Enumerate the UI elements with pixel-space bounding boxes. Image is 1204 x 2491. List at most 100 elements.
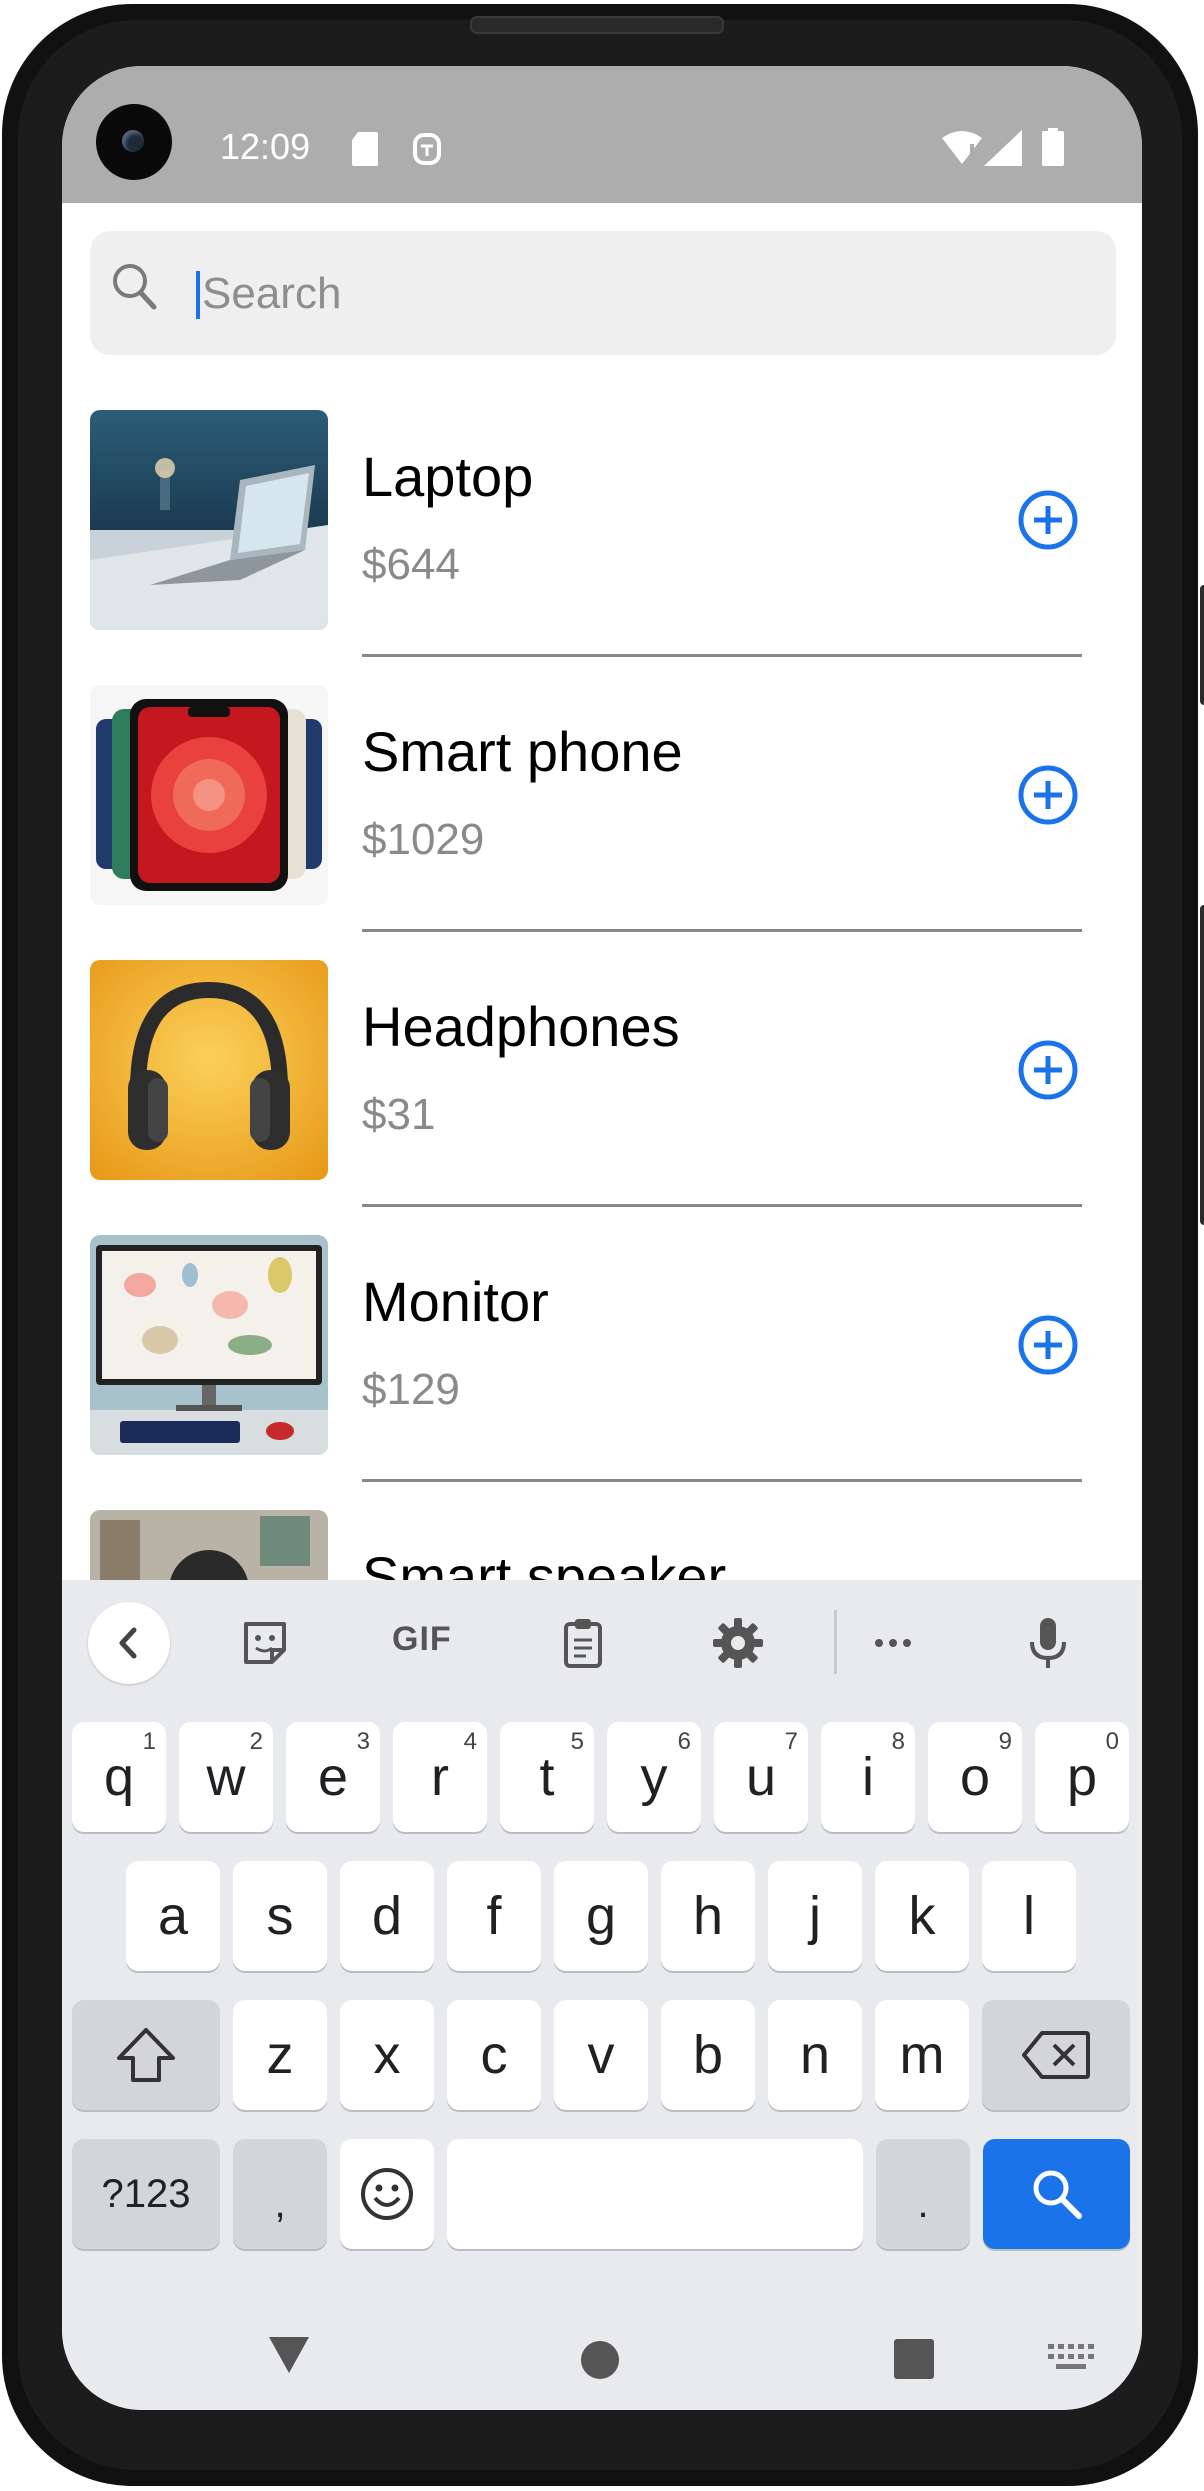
- key-label: v: [587, 2025, 615, 2085]
- key-v[interactable]: v: [554, 2000, 648, 2110]
- list-item[interactable]: Smart phone $1029: [62, 685, 1142, 960]
- symbols-key[interactable]: ?123: [72, 2139, 220, 2249]
- key-label: .: [917, 2181, 929, 2226]
- chevron-left-icon: [119, 1627, 137, 1659]
- key-label: k: [908, 1886, 936, 1946]
- key-label: m: [899, 2025, 945, 2085]
- key-label: a: [157, 1886, 189, 1946]
- keyboard-collapse-button[interactable]: [88, 1602, 170, 1684]
- list-item[interactable]: Headphones $31: [62, 960, 1142, 1235]
- key-label: y: [640, 1747, 668, 1807]
- key-hint: 1: [142, 1728, 156, 1755]
- key-z[interactable]: z: [233, 2000, 327, 2110]
- key-h[interactable]: h: [661, 1861, 755, 1971]
- product-name: Laptop: [362, 445, 534, 508]
- key-q[interactable]: q1: [72, 1722, 166, 1832]
- key-u[interactable]: u7: [714, 1722, 808, 1832]
- key-w[interactable]: w2: [179, 1722, 273, 1832]
- key-hint: 7: [784, 1728, 798, 1755]
- key-hint: 9: [998, 1728, 1012, 1755]
- add-icon[interactable]: [1016, 488, 1080, 552]
- headphones-photo: [90, 960, 328, 1180]
- key-f[interactable]: f: [447, 1861, 541, 1971]
- space-key[interactable]: [447, 2139, 863, 2249]
- comma-key[interactable]: ,: [233, 2139, 327, 2249]
- add-icon[interactable]: [1016, 763, 1080, 827]
- key-t[interactable]: t5: [500, 1722, 594, 1832]
- key-j[interactable]: j: [768, 1861, 862, 1971]
- emoji-key[interactable]: [340, 2139, 434, 2249]
- home-button[interactable]: [581, 2341, 619, 2379]
- period-key[interactable]: .: [876, 2139, 970, 2249]
- key-label: q: [103, 1747, 135, 1807]
- sd-card-icon: [352, 132, 378, 166]
- screen: 12:09 Search Laptop $644 Smart phone $10…: [62, 66, 1142, 2410]
- key-hint: 0: [1105, 1728, 1119, 1755]
- search-input[interactable]: [202, 259, 1082, 329]
- key-s[interactable]: s: [233, 1861, 327, 1971]
- key-label: w: [206, 1747, 246, 1807]
- key-r[interactable]: r4: [393, 1722, 487, 1832]
- shift-icon: [117, 2028, 175, 2082]
- key-y[interactable]: y6: [607, 1722, 701, 1832]
- product-price: $644: [362, 540, 460, 589]
- gear-icon[interactable]: [711, 1616, 765, 1670]
- more-icon[interactable]: [866, 1616, 920, 1670]
- add-icon[interactable]: [1016, 1313, 1080, 1377]
- list-divider: [362, 654, 1082, 657]
- key-p[interactable]: p0: [1035, 1722, 1129, 1832]
- keyboard: GIF q 1 w 2 e 3 r 4 t 5 y 6 u 7 i 8 o 9 …: [62, 1580, 1142, 2410]
- search-key[interactable]: [983, 2139, 1130, 2249]
- front-camera: [96, 104, 172, 180]
- sticker-icon[interactable]: [238, 1616, 292, 1670]
- key-o[interactable]: o9: [928, 1722, 1022, 1832]
- shift-key[interactable]: [72, 2000, 220, 2110]
- key-hint: 5: [570, 1728, 584, 1755]
- accessibility-icon: [413, 133, 441, 165]
- key-label: z: [266, 2025, 294, 2085]
- search-icon: [1033, 2170, 1082, 2219]
- key-n[interactable]: n: [768, 2000, 862, 2110]
- clipboard-icon[interactable]: [556, 1616, 610, 1670]
- product-name: Smart phone: [362, 720, 683, 783]
- key-x[interactable]: x: [340, 2000, 434, 2110]
- power-button: [1200, 905, 1204, 1225]
- gif-button[interactable]: GIF: [392, 1620, 452, 1659]
- search-bar[interactable]: [90, 231, 1116, 355]
- key-m[interactable]: m: [875, 2000, 969, 2110]
- key-label: p: [1066, 1747, 1098, 1807]
- key-c[interactable]: c: [447, 2000, 541, 2110]
- key-l[interactable]: l: [982, 1861, 1076, 1971]
- earpiece-speaker: [470, 16, 724, 34]
- key-label: d: [371, 1886, 403, 1946]
- key-label: u: [745, 1747, 777, 1807]
- key-label: t: [539, 1747, 555, 1807]
- laptop-photo: [90, 410, 328, 630]
- key-label: g: [585, 1886, 617, 1946]
- keyboard-switch-icon[interactable]: [1048, 2344, 1094, 2372]
- add-icon[interactable]: [1016, 1038, 1080, 1102]
- key-b[interactable]: b: [661, 2000, 755, 2110]
- back-icon[interactable]: [267, 2335, 311, 2375]
- key-label: c: [480, 2025, 508, 2085]
- text-cursor: [196, 271, 200, 319]
- volume-button: [1200, 585, 1204, 705]
- key-k[interactable]: k: [875, 1861, 969, 1971]
- key-label: b: [692, 2025, 724, 2085]
- backspace-key[interactable]: [982, 2000, 1130, 2110]
- key-i[interactable]: i8: [821, 1722, 915, 1832]
- mic-icon[interactable]: [1021, 1616, 1075, 1670]
- list-divider: [362, 1479, 1082, 1482]
- key-hint: 8: [891, 1728, 905, 1755]
- key-a[interactable]: a: [126, 1861, 220, 1971]
- key-e[interactable]: e3: [286, 1722, 380, 1832]
- key-g[interactable]: g: [554, 1861, 648, 1971]
- emoji-icon: [361, 2168, 413, 2220]
- recents-button[interactable]: [894, 2339, 934, 2379]
- list-divider: [362, 929, 1082, 932]
- list-item[interactable]: Monitor $129: [62, 1235, 1142, 1510]
- key-d[interactable]: d: [340, 1861, 434, 1971]
- list-item[interactable]: Laptop $644: [62, 410, 1142, 685]
- key-label: r: [431, 1747, 449, 1807]
- product-name: Monitor: [362, 1270, 549, 1333]
